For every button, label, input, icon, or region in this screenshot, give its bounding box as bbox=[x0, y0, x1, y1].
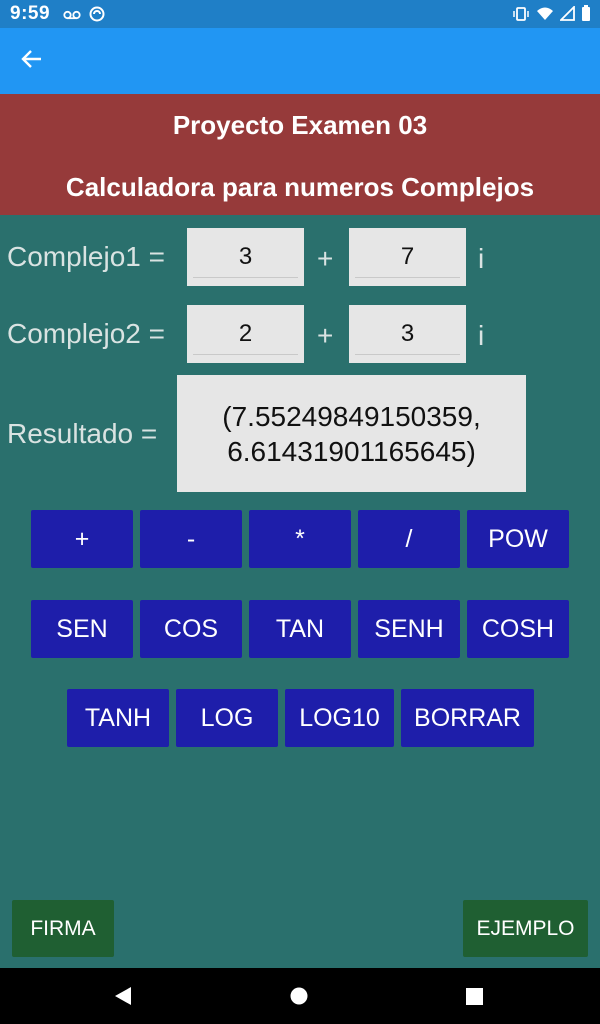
complejo2-real-input[interactable]: 2 bbox=[187, 305, 304, 363]
complejo1-imag-value: 7 bbox=[400, 243, 415, 270]
sen-button[interactable]: SEN bbox=[31, 600, 133, 658]
resultado-line2: 6.61431901165645) bbox=[227, 435, 476, 467]
subtract-button[interactable]: - bbox=[140, 510, 242, 568]
page-subtitle: Calculadora para numeros Complejos bbox=[65, 172, 535, 202]
arrow-back-icon bbox=[21, 49, 43, 74]
cos-button[interactable]: COS bbox=[140, 600, 242, 658]
app-bar bbox=[0, 28, 600, 94]
status-bar: 9:59 bbox=[0, 0, 600, 28]
nav-back-icon[interactable] bbox=[113, 986, 133, 1011]
complejo2-label: Complejo2 = bbox=[7, 318, 165, 349]
complejo2-plus-label: + bbox=[317, 320, 334, 351]
header-banner: Proyecto Examen 03 Calculadora para nume… bbox=[0, 94, 600, 215]
complejo2-imag-input[interactable]: 3 bbox=[349, 305, 466, 363]
complejo1-imag-input[interactable]: 7 bbox=[349, 228, 466, 286]
status-time: 9:59 bbox=[10, 3, 51, 24]
battery-icon bbox=[581, 5, 591, 27]
multiply-button[interactable]: * bbox=[249, 510, 351, 568]
ejemplo-button[interactable]: EJEMPLO bbox=[463, 900, 588, 957]
navigation-bar bbox=[0, 968, 600, 1024]
tan-button[interactable]: TAN bbox=[249, 600, 351, 658]
page-title: Proyecto Examen 03 bbox=[172, 110, 428, 140]
sync-icon bbox=[89, 6, 105, 27]
complejo1-i-label: i bbox=[478, 243, 485, 274]
voicemail-icon bbox=[63, 8, 81, 26]
resultado-label: Resultado = bbox=[7, 418, 158, 449]
signal-icon bbox=[558, 4, 575, 26]
nav-home-icon[interactable] bbox=[290, 987, 308, 1010]
complejo1-real-value: 3 bbox=[238, 243, 253, 270]
resultado-line1: (7.55249849150359, bbox=[222, 400, 481, 432]
complejo2-imag-value: 3 bbox=[400, 320, 415, 347]
firma-button[interactable]: FIRMA bbox=[12, 900, 114, 957]
pow-button[interactable]: POW bbox=[467, 510, 569, 568]
complejo1-plus-label: + bbox=[317, 243, 334, 274]
nav-recents-icon[interactable] bbox=[466, 988, 483, 1010]
complejo2-real-value: 2 bbox=[238, 320, 253, 347]
complejo1-real-input[interactable]: 3 bbox=[187, 228, 304, 286]
add-button[interactable]: + bbox=[31, 510, 133, 568]
log10-button[interactable]: LOG10 bbox=[285, 689, 394, 747]
borrar-button[interactable]: BORRAR bbox=[401, 689, 534, 747]
senh-button[interactable]: SENH bbox=[358, 600, 460, 658]
divide-button[interactable]: / bbox=[358, 510, 460, 568]
log-button[interactable]: LOG bbox=[176, 689, 278, 747]
resultado-output: (7.55249849150359, 6.61431901165645) bbox=[177, 375, 526, 492]
vibrate-icon bbox=[512, 6, 530, 27]
complejo1-label: Complejo1 = bbox=[7, 241, 165, 272]
wifi-icon bbox=[536, 6, 554, 26]
back-button[interactable] bbox=[18, 48, 46, 74]
complejo2-i-label: i bbox=[478, 320, 485, 351]
cosh-button[interactable]: COSH bbox=[467, 600, 569, 658]
tanh-button[interactable]: TANH bbox=[67, 689, 169, 747]
